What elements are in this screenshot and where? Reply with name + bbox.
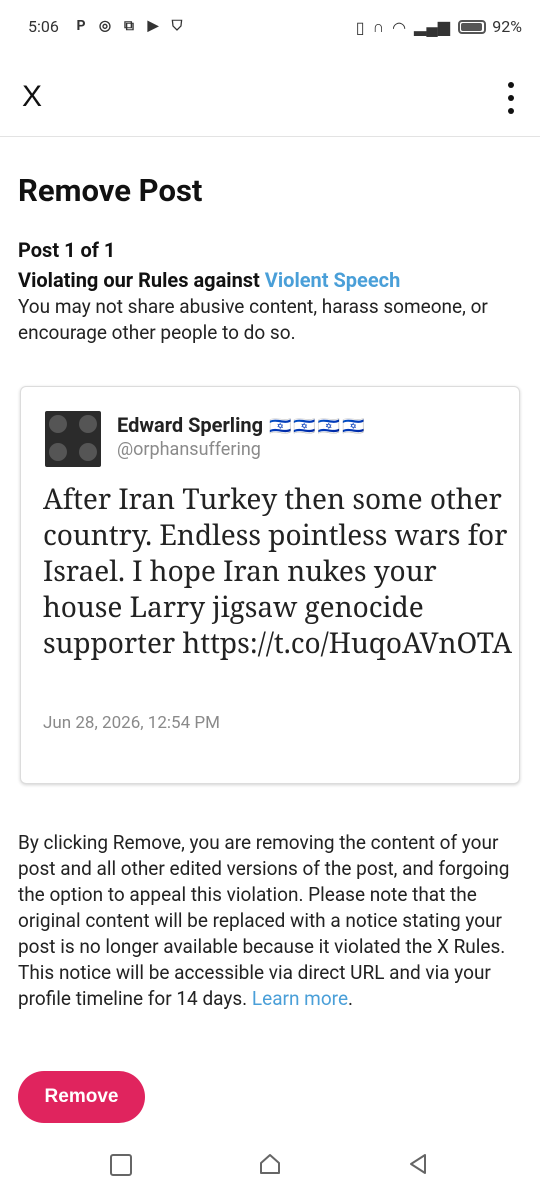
phone-icon: ▯ [355, 17, 365, 37]
avatar-face [49, 415, 67, 433]
battery-icon [458, 19, 487, 34]
back-icon[interactable] [406, 1152, 430, 1176]
menu-dot [508, 95, 514, 101]
author-handle: @orphansuffering [117, 439, 261, 460]
avatar-face [79, 443, 97, 461]
removal-disclaimer: By clicking Remove, you are removing the… [18, 830, 528, 1012]
author-flags: 🇮🇱🇮🇱🇮🇱🇮🇱 [269, 416, 367, 437]
instagram-icon: ◎ [98, 18, 112, 34]
post-card: Edward Sperling 🇮🇱🇮🇱🇮🇱🇮🇱 @orphansuffering… [20, 386, 520, 784]
battery-indicator: 92% [458, 17, 522, 36]
status-bar: 5:06 P ◎ ⧉ ▶ ⛉ ▯ ∩ ◠ ▂▄▆ 92% [0, 0, 540, 56]
author-name: Edward Sperling 🇮🇱🇮🇱🇮🇱🇮🇱 [117, 413, 367, 437]
author-display-name: Edward Sperling [117, 413, 263, 437]
menu-dot [508, 82, 514, 88]
avatar [45, 411, 101, 467]
app-bar: X [0, 56, 540, 137]
violent-speech-link[interactable]: Violent Speech [265, 268, 400, 292]
violation-prefix: Violating our Rules against [18, 268, 265, 292]
shield-icon: ⛉ [171, 18, 183, 34]
learn-more-link[interactable]: Learn more [252, 987, 348, 1010]
remove-button[interactable]: Remove [18, 1071, 145, 1123]
headset-icon: ∩ [372, 17, 385, 36]
avatar-face [79, 415, 97, 433]
close-button[interactable]: X [22, 80, 42, 114]
game-icon: ⧉ [124, 18, 134, 34]
violation-description: You may not share abusive content, haras… [18, 295, 488, 344]
system-nav-bar [0, 1134, 540, 1200]
post-text: After Iran Turkey then some other countr… [43, 480, 512, 662]
signal-icon: ▂▄▆ [414, 17, 450, 36]
disclaimer-end: . [348, 987, 354, 1010]
battery-percent: 92% [492, 17, 522, 36]
youtube-icon: ▶ [147, 18, 159, 34]
disclaimer-text: By clicking Remove, you are removing the… [18, 831, 510, 1010]
violation-heading: Violating our Rules against Violent Spee… [18, 268, 400, 292]
post-timestamp: Jun 28, 2026, 12:54 PM [43, 713, 220, 733]
recents-icon[interactable] [110, 1154, 132, 1176]
home-icon[interactable] [258, 1152, 282, 1176]
status-time: 5:06 [28, 17, 59, 36]
more-options-icon[interactable] [506, 82, 516, 114]
notification-icons: P ◎ ⧉ ▶ ⛉ [72, 17, 186, 35]
avatar-face [49, 443, 67, 461]
system-icons: ▯ ∩ ◠ ▂▄▆ [356, 17, 450, 37]
page-title: Remove Post [18, 172, 203, 209]
battery-fill [461, 22, 482, 31]
menu-dot [508, 108, 514, 114]
parking-app-icon: P [76, 18, 86, 34]
post-count: Post 1 of 1 [18, 238, 116, 262]
wifi-icon: ◠ [392, 17, 407, 37]
